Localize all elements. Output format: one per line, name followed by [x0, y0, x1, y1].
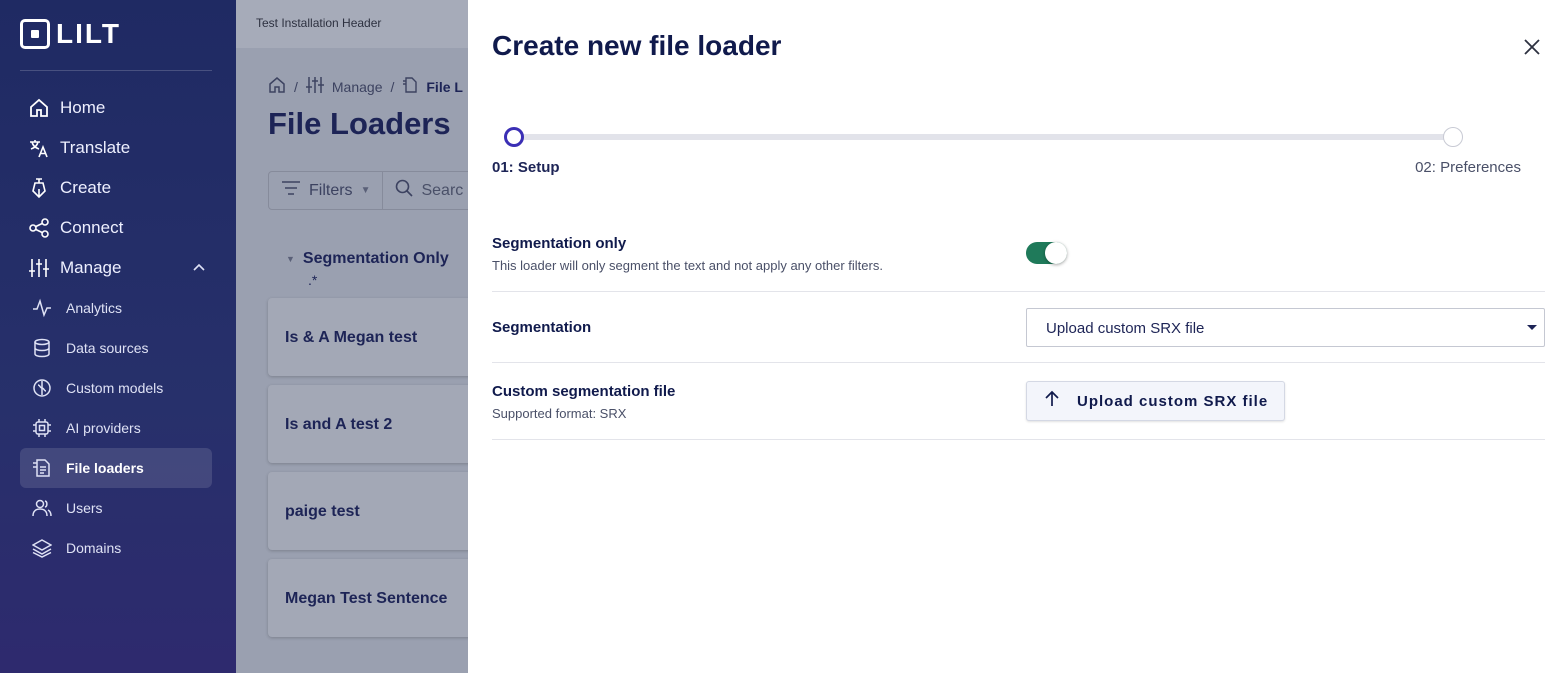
custom-segmentation-file-label: Custom segmentation file: [492, 383, 676, 400]
home-icon: [28, 97, 50, 119]
search-placeholder: Searc: [421, 181, 464, 199]
sliders-icon: [28, 257, 50, 279]
sliders-icon: [305, 76, 324, 97]
supported-format-text: Supported format: SRX: [492, 406, 627, 421]
list-item[interactable]: Megan Test Sentence: [268, 559, 468, 637]
layers-icon: [32, 538, 52, 558]
breadcrumb-separator: /: [294, 78, 298, 95]
sidebar-item-label: Users: [66, 500, 103, 516]
list-item[interactable]: Is and A test 2: [268, 385, 468, 463]
group-pattern: .*: [308, 272, 318, 288]
toggle-knob: [1045, 242, 1067, 264]
brain-icon: [32, 378, 52, 398]
divider: [492, 362, 1545, 363]
sidebar-item-label: AI providers: [66, 420, 141, 436]
sidebar-item-manage[interactable]: Manage: [20, 248, 212, 288]
group-name: Segmentation Only: [302, 250, 449, 267]
users-icon: [32, 498, 52, 518]
database-icon: [32, 338, 52, 358]
file-loaders-page: Test Installation Header / Manage / File…: [236, 0, 468, 673]
sidebar-item-translate[interactable]: Translate: [20, 128, 212, 168]
sidebar-item-label: Data sources: [66, 340, 149, 356]
sidebar-item-label: Custom models: [66, 380, 164, 396]
breadcrumb-manage[interactable]: Manage: [332, 79, 383, 95]
step-1-indicator[interactable]: [504, 127, 524, 147]
sidebar: LILT Home Translate Create Connect Manag…: [0, 0, 236, 673]
group-header[interactable]: ▼ Segmentation Only: [286, 250, 449, 268]
file-loader-icon: [32, 458, 52, 478]
chip-icon: [32, 418, 52, 438]
sidebar-item-label: Create: [60, 178, 112, 197]
filter-bar: Filters ▼ Searc: [268, 171, 468, 210]
sidebar-item-label: Manage: [60, 258, 122, 277]
sidebar-item-label: Analytics: [66, 300, 123, 316]
segmentation-selected-value: Upload custom SRX file: [1046, 320, 1205, 337]
sidebar-item-label: Translate: [60, 138, 131, 157]
filters-button[interactable]: Filters ▼: [269, 172, 384, 209]
step-1-label: 01: Setup: [492, 159, 560, 176]
chevron-up-icon[interactable]: [192, 260, 206, 280]
divider: [492, 439, 1545, 440]
share-icon: [28, 217, 50, 239]
filters-label: Filters: [309, 181, 353, 199]
translate-icon: [28, 137, 50, 159]
installation-header: Test Installation Header: [236, 0, 468, 48]
sidebar-item-analytics[interactable]: Analytics: [20, 288, 212, 328]
chevron-down-icon: ▼: [286, 254, 295, 264]
list-item[interactable]: paige test: [268, 472, 468, 550]
sidebar-item-label: File loaders: [66, 460, 144, 476]
lilt-logo[interactable]: LILT: [20, 18, 121, 50]
page-title: File Loaders: [268, 106, 451, 141]
breadcrumb-current: File L: [426, 78, 463, 95]
segmentation-only-toggle[interactable]: [1026, 242, 1067, 264]
stepper-track: [514, 134, 1454, 140]
sidebar-item-connect[interactable]: Connect: [20, 208, 212, 248]
segmentation-select[interactable]: Upload custom SRX file: [1026, 308, 1545, 347]
divider: [20, 70, 212, 71]
sidebar-item-file-loaders[interactable]: File loaders: [20, 448, 212, 488]
divider: [492, 291, 1545, 292]
sidebar-item-create[interactable]: Create: [20, 168, 212, 208]
close-icon[interactable]: [1522, 37, 1542, 57]
sidebar-item-home[interactable]: Home: [20, 88, 212, 128]
segmentation-only-label: Segmentation only: [492, 235, 627, 252]
breadcrumb: / Manage / File L: [268, 76, 463, 97]
caret-down-icon: [1527, 325, 1537, 330]
breadcrumb-separator: /: [390, 78, 395, 95]
logo-text: LILT: [56, 18, 122, 49]
pen-icon: [28, 177, 50, 199]
sidebar-item-ai-providers[interactable]: AI providers: [20, 408, 212, 448]
upload-icon: [1043, 389, 1061, 413]
search-icon: [395, 179, 414, 202]
segmentation-only-description: This loader will only segment the text a…: [492, 258, 883, 273]
filter-icon: [281, 180, 301, 201]
analytics-icon: [32, 298, 52, 318]
sidebar-item-domains[interactable]: Domains: [20, 528, 212, 568]
step-2-label: 02: Preferences: [1415, 159, 1521, 176]
chevron-down-icon: ▼: [360, 185, 371, 196]
sidebar-item-custom-models[interactable]: Custom models: [20, 368, 212, 408]
drawer-title: Create new file loader: [492, 30, 782, 61]
logo-mark: [20, 19, 50, 49]
home-icon[interactable]: [268, 76, 286, 97]
sidebar-nav: Home Translate Create Connect Manage Ana…: [20, 88, 212, 568]
sidebar-item-data-sources[interactable]: Data sources: [20, 328, 212, 368]
file-loader-icon: [402, 77, 418, 96]
upload-srx-button[interactable]: Upload custom SRX file: [1026, 381, 1285, 421]
sidebar-item-label: Domains: [66, 540, 122, 556]
sidebar-item-users[interactable]: Users: [20, 488, 212, 528]
create-file-loader-drawer: Create new file loader 01: Setup 02: Pre…: [468, 0, 1560, 673]
list-item[interactable]: Is & A Megan test: [268, 298, 468, 376]
segmentation-label: Segmentation: [492, 319, 592, 336]
step-2-indicator[interactable]: [1443, 127, 1463, 147]
upload-button-label: Upload custom SRX file: [1077, 392, 1269, 410]
sidebar-item-label: Connect: [60, 218, 124, 237]
search-input[interactable]: Searc: [383, 179, 463, 202]
sidebar-item-label: Home: [60, 98, 106, 117]
